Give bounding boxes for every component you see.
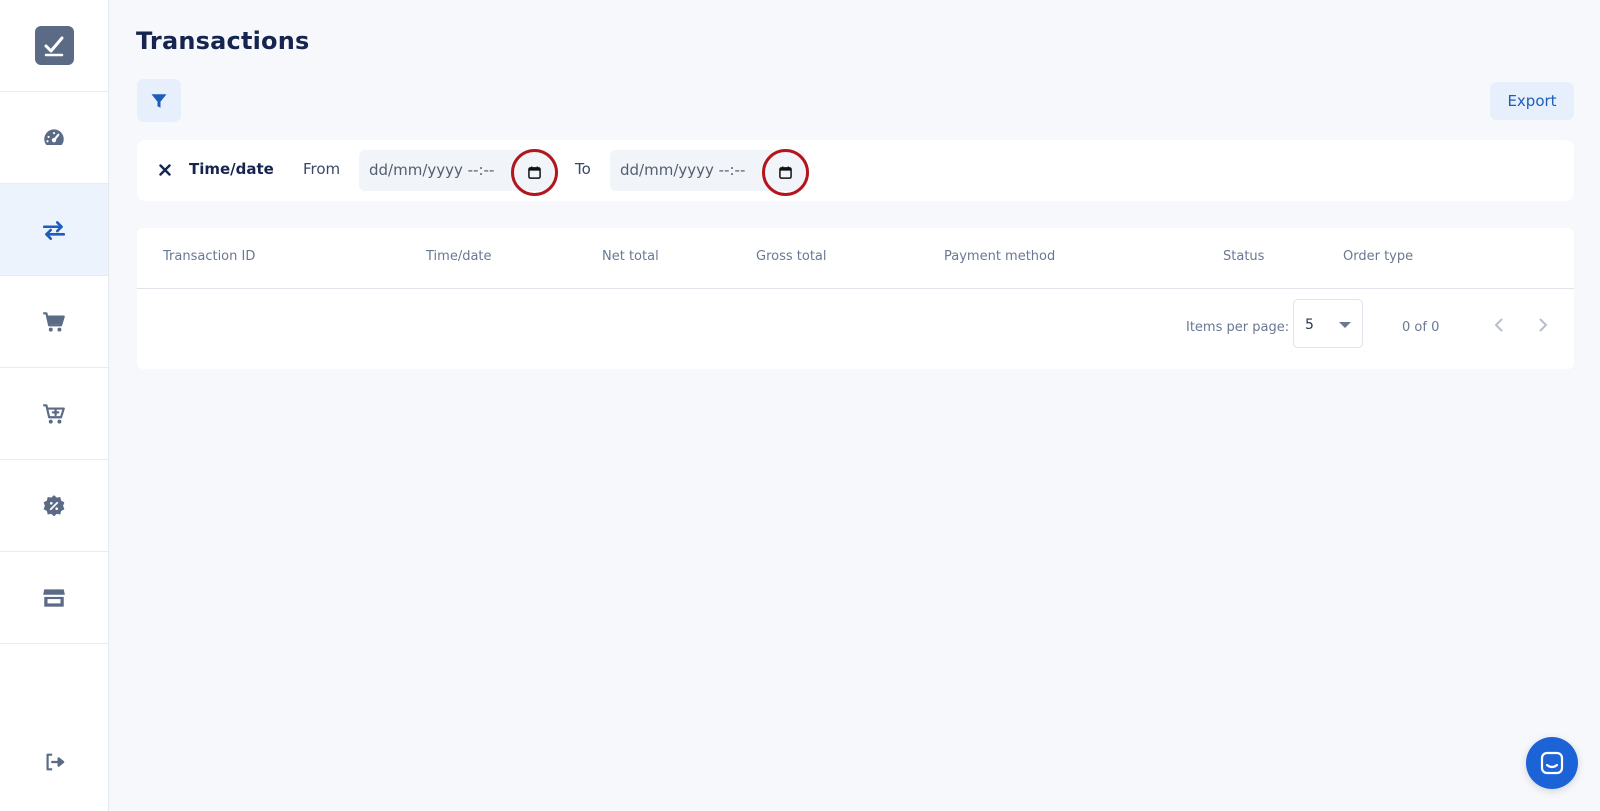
calendar-icon [779, 166, 792, 179]
items-per-page-label: Items per page: [1186, 320, 1290, 335]
previous-page-button[interactable] [1484, 310, 1514, 340]
sidebar-item-new-order[interactable] [0, 368, 108, 460]
next-page-button[interactable] [1528, 310, 1558, 340]
table-header: Transaction ID Time/date Net total Gross… [137, 228, 1574, 289]
filter-bar: Time/date From dd/mm/yyyy --:-- To dd/mm… [137, 140, 1574, 201]
column-header-order-type[interactable]: Order type [1343, 249, 1413, 264]
sidebar-item-discounts[interactable] [0, 460, 108, 552]
column-header-status[interactable]: Status [1223, 249, 1264, 264]
app-logo[interactable] [34, 26, 74, 65]
store-icon [43, 588, 65, 607]
page-title: Transactions [136, 27, 310, 55]
chevron-left-icon [1495, 318, 1503, 332]
export-button[interactable]: Export [1490, 82, 1574, 120]
filter-toggle-button[interactable] [137, 79, 181, 122]
column-header-payment-method[interactable]: Payment method [944, 249, 1055, 264]
to-datetime-value: dd/mm/yyyy --:-- [620, 161, 746, 179]
caret-down-icon [1339, 322, 1351, 328]
from-calendar-button[interactable] [511, 149, 558, 196]
items-per-page-value: 5 [1305, 317, 1314, 333]
column-header-net-total[interactable]: Net total [602, 249, 659, 264]
chevron-right-icon [1539, 318, 1547, 332]
column-header-transaction-id[interactable]: Transaction ID [163, 249, 255, 264]
filter-field-label: Time/date [189, 160, 274, 178]
remove-filter-button[interactable] [157, 162, 173, 178]
from-datetime-value: dd/mm/yyyy --:-- [369, 161, 495, 179]
sidebar-item-orders[interactable] [0, 276, 108, 368]
logout-button[interactable] [0, 742, 108, 782]
column-header-gross-total[interactable]: Gross total [756, 249, 827, 264]
logo-area [0, 0, 108, 92]
transactions-table: Transaction ID Time/date Net total Gross… [137, 228, 1574, 369]
sidebar [0, 0, 109, 811]
cart-icon [43, 311, 65, 332]
cart-plus-icon [43, 403, 65, 424]
chat-launcher-button[interactable] [1526, 737, 1578, 789]
dashboard-gauge-icon [44, 128, 64, 145]
to-calendar-button[interactable] [762, 149, 809, 196]
from-datetime-input[interactable]: dd/mm/yyyy --:-- [359, 149, 558, 196]
to-label: To [575, 160, 591, 178]
items-per-page-select[interactable]: 5 [1293, 299, 1363, 348]
discount-badge-icon [43, 494, 65, 516]
checkmark-logo-icon [44, 36, 64, 56]
sidebar-item-dashboard[interactable] [0, 92, 108, 184]
to-datetime-input[interactable]: dd/mm/yyyy --:-- [610, 149, 809, 196]
logout-icon [46, 753, 65, 771]
from-label: From [303, 160, 341, 178]
paginator-range: 0 of 0 [1402, 320, 1440, 335]
column-header-time-date[interactable]: Time/date [426, 249, 492, 264]
filter-icon [151, 93, 167, 108]
transactions-arrows-icon [42, 220, 66, 240]
close-icon [159, 164, 171, 176]
sidebar-item-store[interactable] [0, 552, 108, 644]
chat-icon [1540, 751, 1564, 775]
sidebar-item-transactions[interactable] [0, 184, 108, 276]
calendar-icon [528, 166, 541, 179]
